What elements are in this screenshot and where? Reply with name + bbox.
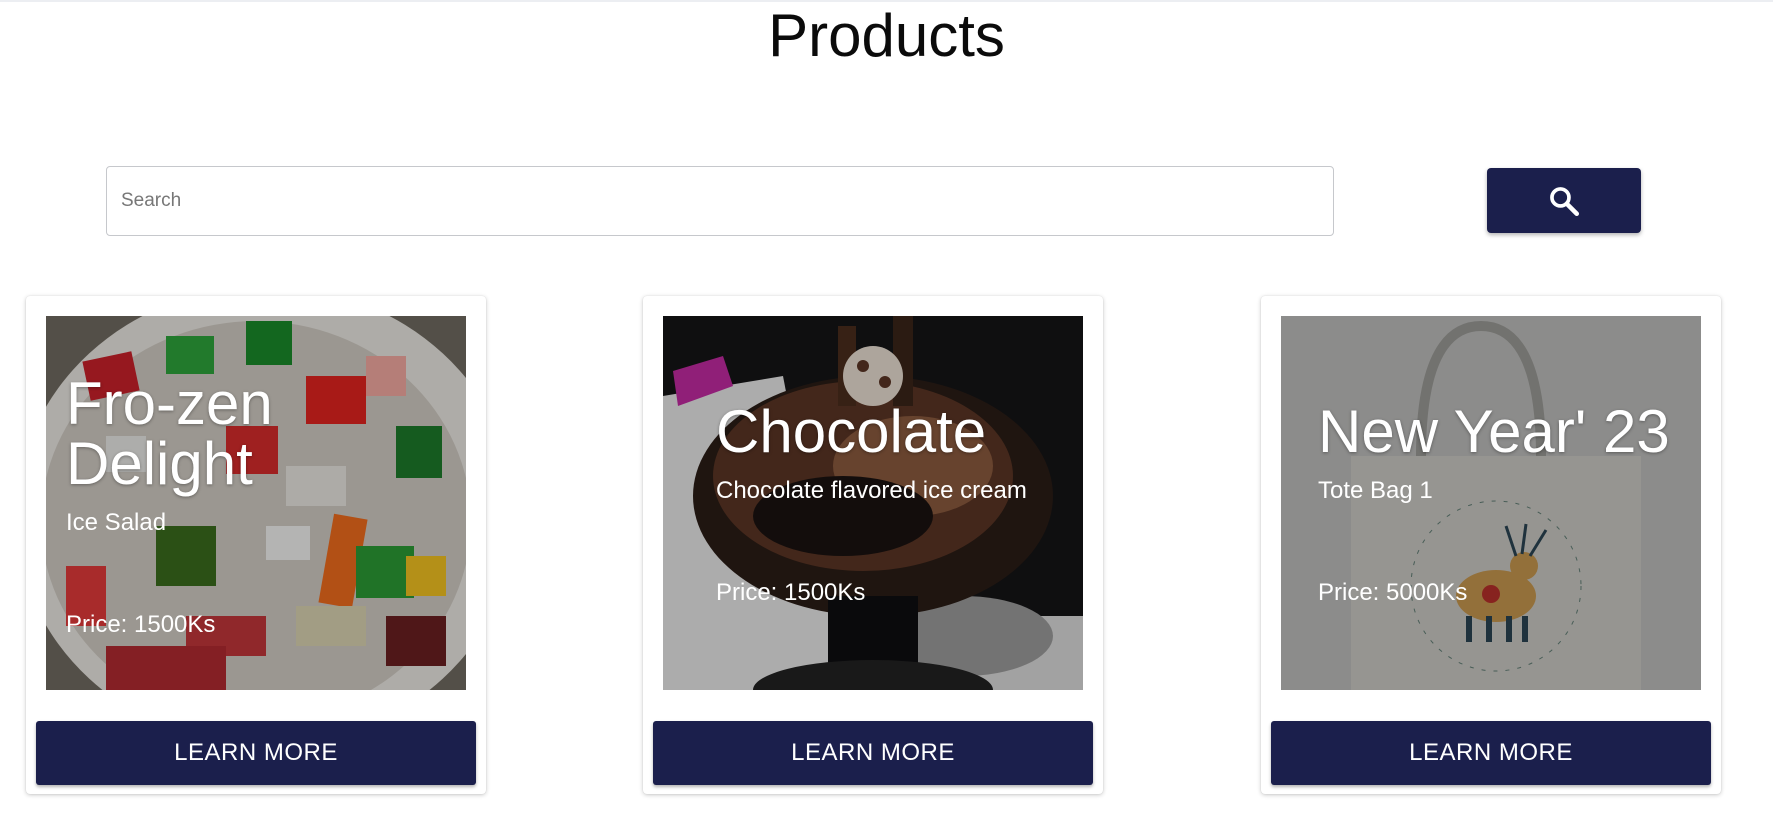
learn-more-button[interactable]: LEARN MORE [1271, 721, 1711, 785]
product-price: Price: 1500Ks [66, 611, 216, 638]
product-card: Chocolate Chocolate flavored ice cream P… [643, 296, 1103, 794]
product-image: Fro-zen Delight Ice Salad Price: 1500Ks [46, 316, 466, 690]
search-icon [1550, 186, 1580, 216]
product-title: Fro-zen Delight [66, 370, 273, 497]
product-title: Chocolate [716, 398, 987, 465]
product-description: Ice Salad [66, 509, 167, 536]
learn-more-button[interactable]: LEARN MORE [36, 721, 476, 785]
product-price: Price: 5000Ks [1318, 579, 1468, 606]
product-description: Tote Bag 1 [1318, 477, 1433, 504]
search-input[interactable] [106, 166, 1334, 236]
product-description: Chocolate flavored ice cream [716, 477, 1027, 504]
product-image: Chocolate Chocolate flavored ice cream P… [663, 316, 1083, 690]
learn-more-button[interactable]: LEARN MORE [653, 721, 1093, 785]
product-image: New Year' 23 Tote Bag 1 Price: 5000Ks [1281, 316, 1701, 690]
product-card: New Year' 23 Tote Bag 1 Price: 5000Ks LE… [1261, 296, 1721, 794]
product-price: Price: 1500Ks [716, 579, 866, 606]
product-card: Fro-zen Delight Ice Salad Price: 1500Ks … [26, 296, 486, 794]
product-title: New Year' 23 [1318, 398, 1670, 465]
page-title: Products [768, 2, 1005, 69]
search-button[interactable] [1487, 168, 1641, 233]
